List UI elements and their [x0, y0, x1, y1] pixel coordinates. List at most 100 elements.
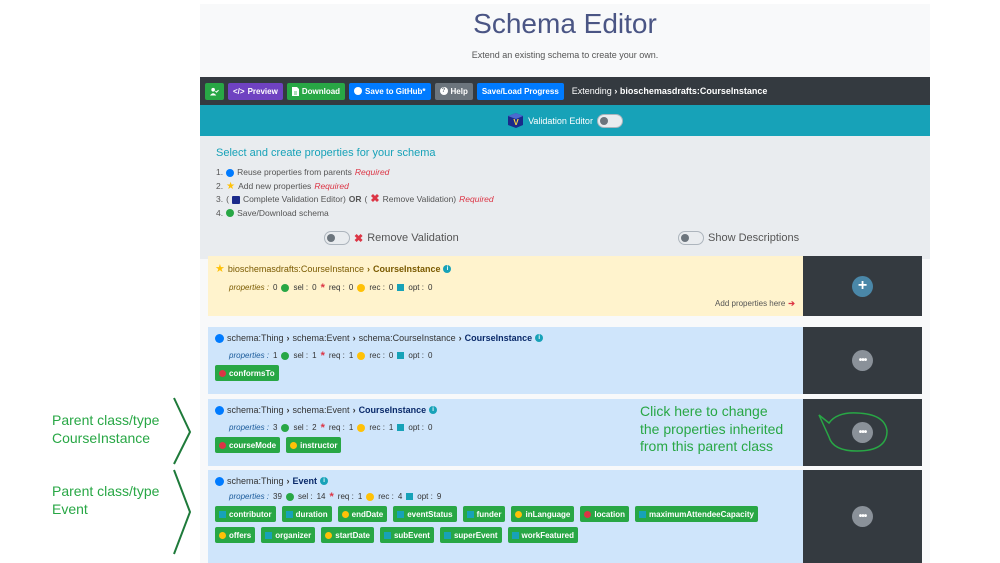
- help-button[interactable]: ? Help: [434, 82, 473, 100]
- property-chip[interactable]: funder: [462, 506, 506, 522]
- square-icon: [397, 352, 405, 359]
- chevron-right-icon: ›: [286, 476, 290, 486]
- asterisk-icon: *: [320, 421, 325, 434]
- blue-circle-icon: [215, 405, 224, 415]
- class-breadcrumb: schema:Thing › schema:Event › schema:Cou…: [215, 333, 796, 343]
- property-list: conformsTo: [215, 365, 796, 381]
- remove-validation-option: ✖ Remove Validation: [324, 231, 459, 245]
- asterisk-icon: *: [320, 349, 325, 362]
- page-title: Schema Editor: [473, 8, 657, 39]
- property-chip[interactable]: endDate: [337, 506, 388, 522]
- schema-editor-app: Schema Editor Extend an existing schema …: [200, 4, 930, 563]
- instructions-title: Select and create properties for your sc…: [216, 147, 436, 159]
- info-icon[interactable]: i: [443, 264, 452, 273]
- asterisk-icon: *: [329, 490, 334, 503]
- instruction-step-3: 3. ( Complete Validation Editor) OR ( ✖ …: [216, 193, 494, 205]
- asterisk-icon: *: [320, 281, 325, 294]
- property-chip[interactable]: subEvent: [379, 527, 434, 543]
- chevron-right-icon: ›: [352, 333, 356, 343]
- user-button[interactable]: [205, 82, 224, 100]
- preview-button[interactable]: </> Preview: [228, 82, 283, 100]
- page-subtitle: Extend an existing schema to create your…: [471, 50, 659, 60]
- blue-circle-icon: [226, 168, 235, 177]
- property-chip[interactable]: startDate: [321, 527, 374, 543]
- brace-event: [173, 469, 192, 555]
- instruction-step-2: 2. ★ Add new properties Required: [216, 180, 349, 192]
- validation-logo-icon: V: [508, 113, 524, 128]
- square-icon: [397, 284, 405, 291]
- yellow-circle-icon: [357, 283, 366, 292]
- toolbar: </> Preview Download Save to GitHub* ? H…: [200, 77, 930, 105]
- question-icon: ?: [439, 87, 448, 95]
- star-icon: ★: [215, 263, 225, 275]
- property-chip[interactable]: contributor: [215, 506, 276, 522]
- property-chip[interactable]: inLanguage: [511, 506, 575, 522]
- page: Parent class/type CourseInstance Parent …: [0, 0, 1000, 563]
- download-button[interactable]: Download: [286, 82, 346, 100]
- more-options-button[interactable]: •••: [852, 506, 873, 527]
- recommended-marker-icon: [515, 510, 523, 518]
- class-breadcrumb: schema:Thing › Event i: [215, 476, 796, 486]
- info-icon[interactable]: i: [320, 477, 329, 485]
- chevron-right-icon: ›: [286, 333, 290, 343]
- optional-marker-icon: [397, 510, 405, 518]
- options-row: ✖ Remove Validation Show Descriptions: [200, 231, 930, 249]
- github-green-icon: [226, 209, 235, 218]
- recommended-marker-icon: [341, 510, 349, 518]
- svg-text:V: V: [513, 118, 519, 127]
- property-chip[interactable]: workFeatured: [507, 527, 578, 543]
- extending-breadcrumb: Extending › bioschemasdrafts:CourseInsta…: [571, 86, 768, 96]
- arrow-right-icon: ➔: [788, 299, 795, 308]
- property-chip[interactable]: superEvent: [439, 527, 502, 543]
- save-load-progress-button[interactable]: Save/Load Progress: [476, 82, 564, 100]
- property-chip[interactable]: offers: [215, 527, 256, 543]
- github-icon: [354, 87, 363, 95]
- property-chip[interactable]: organizer: [261, 527, 316, 543]
- recommended-marker-icon: [290, 441, 298, 449]
- show-descriptions-toggle[interactable]: [678, 231, 704, 245]
- instruction-step-4: 4. Save/Download schema: [216, 207, 329, 218]
- info-icon[interactable]: i: [429, 406, 438, 414]
- add-property-button[interactable]: +: [852, 275, 873, 297]
- file-icon: [291, 86, 299, 96]
- property-chip[interactable]: location: [580, 506, 630, 522]
- chevron-right-icon: ›: [458, 333, 462, 343]
- instructions-panel: Select and create properties for your sc…: [200, 136, 930, 259]
- validation-editor-toggle[interactable]: [596, 113, 623, 128]
- more-options-button[interactable]: •••: [852, 422, 873, 443]
- class-stats: properties :0 sel :0 * req :0 rec :0 opt …: [229, 281, 433, 294]
- annotation-parent-event: Parent class/type Event: [52, 483, 160, 517]
- remove-validation-toggle[interactable]: [324, 231, 350, 245]
- property-chip[interactable]: courseMode: [215, 437, 281, 453]
- property-chip[interactable]: duration: [281, 506, 332, 522]
- save-to-github-button[interactable]: Save to GitHub*: [349, 82, 431, 100]
- property-chip[interactable]: eventStatus: [393, 506, 457, 522]
- optional-marker-icon: [219, 510, 226, 518]
- required-marker-icon: [584, 510, 592, 518]
- required-marker-icon: [219, 441, 226, 449]
- optional-marker-icon: [383, 531, 391, 539]
- instructions-list: 1. Reuse properties from parents Require…: [216, 166, 494, 220]
- recommended-marker-icon: [325, 531, 333, 539]
- check-circle-icon: [281, 423, 290, 432]
- optional-marker-icon: [265, 531, 273, 539]
- optional-marker-icon: [466, 510, 474, 518]
- property-chip[interactable]: maximumAttendeeCapacity: [635, 506, 758, 522]
- class-stats: properties :39 sel :14 * req :1 rec :4 op…: [229, 490, 442, 503]
- property-chip[interactable]: instructor: [286, 437, 342, 453]
- class-breadcrumb: ★ bioschemasdrafts:CourseInstance › Cour…: [215, 262, 796, 275]
- check-circle-icon: [285, 492, 294, 501]
- recommended-marker-icon: [219, 531, 226, 539]
- callout-text: Click here to change the properties inhe…: [640, 403, 784, 454]
- more-options-button[interactable]: •••: [852, 350, 873, 371]
- yellow-circle-icon: [366, 492, 375, 501]
- yellow-circle-icon: [357, 423, 366, 432]
- brace-courseinstance: [173, 397, 192, 465]
- property-chip[interactable]: conformsTo: [215, 365, 279, 381]
- parent-class-card-courseinstance: schema:Thing › schema:Event › CourseInst…: [208, 399, 930, 466]
- app-header: Schema Editor Extend an existing schema …: [200, 4, 930, 77]
- chevron-right-icon: ›: [614, 86, 618, 96]
- blue-circle-icon: [215, 476, 224, 486]
- info-icon[interactable]: i: [535, 334, 544, 342]
- chevron-right-icon: ›: [286, 405, 290, 415]
